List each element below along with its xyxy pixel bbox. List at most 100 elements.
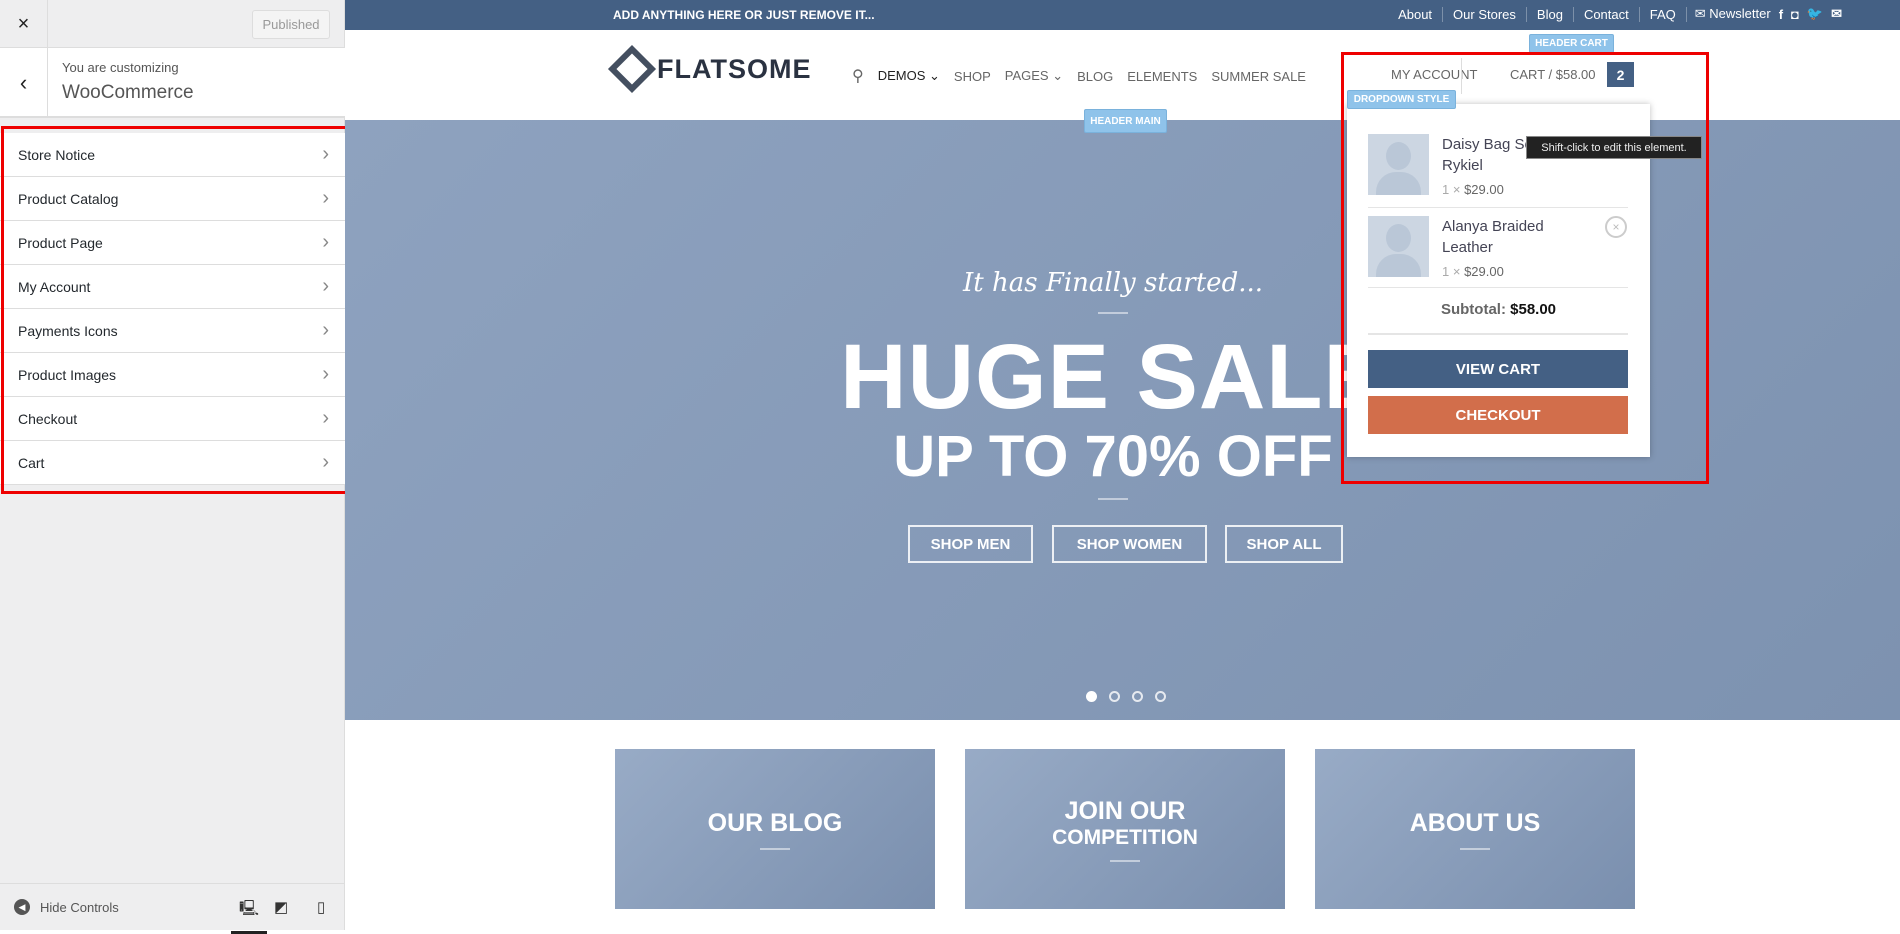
site-logo[interactable]: FLATSOME xyxy=(607,44,812,94)
checkout-button[interactable]: CHECKOUT xyxy=(1368,396,1628,434)
slide-dot[interactable] xyxy=(1086,691,1097,702)
sidebar-item-product-catalog[interactable]: Product Catalog › xyxy=(0,177,345,221)
top-link-faq[interactable]: FAQ xyxy=(1640,6,1687,22)
product-name[interactable]: Alanya Braided Leather xyxy=(1442,216,1562,258)
price: $29.00 xyxy=(1464,182,1504,197)
nav-summer-sale[interactable]: SUMMER SALE xyxy=(1211,69,1306,84)
cart-link[interactable]: CART / $58.00 xyxy=(1510,67,1596,82)
chevron-down-icon: ⌄ xyxy=(1052,68,1064,83)
sidebar-footer: ◀ Hide Controls 🖳 ◩ ▯ xyxy=(0,883,345,934)
divider xyxy=(1368,333,1628,335)
sidebar-item-product-page[interactable]: Product Page › xyxy=(0,221,345,265)
email-icon[interactable]: ✉ xyxy=(1831,6,1842,22)
top-link-contact[interactable]: Contact xyxy=(1574,6,1640,22)
top-bar-links: About Our Stores Blog Contact FAQ ✉ News… xyxy=(1388,6,1842,22)
view-cart-button[interactable]: VIEW CART xyxy=(1368,350,1628,388)
collapse-icon: ◀ xyxy=(14,899,30,915)
chevron-right-icon: › xyxy=(322,187,329,209)
hero-tagline: It has Finally started... xyxy=(962,268,1263,298)
competition-box[interactable]: JOIN OUR COMPETITION xyxy=(965,749,1285,909)
divider xyxy=(1110,859,1140,862)
logo-text: FLATSOME xyxy=(657,53,812,84)
hide-controls-label: Hide Controls xyxy=(40,899,119,915)
chevron-right-icon: › xyxy=(322,275,329,297)
remove-item-icon[interactable]: × xyxy=(1605,216,1627,238)
hero-subheadline: UP TO 70% OFF xyxy=(893,424,1333,489)
chevron-down-icon: ⌄ xyxy=(929,68,940,83)
nav-elements[interactable]: ELEMENTS xyxy=(1127,69,1197,84)
box-title: ABOUT US xyxy=(1409,808,1541,837)
divider xyxy=(1368,287,1628,288)
quantity: 1 × xyxy=(1442,264,1461,279)
newsletter-label: Newsletter xyxy=(1709,6,1771,21)
mobile-icon[interactable]: ▯ xyxy=(317,898,325,916)
dropdown-style-tag[interactable]: DROPDOWN STYLE xyxy=(1347,90,1456,109)
sidebar-item-label: Store Notice xyxy=(18,146,96,163)
main-nav: ⚲ DEMOS ⌄ SHOP PAGES ⌄ BLOG ELEMENTS SUM… xyxy=(852,66,1306,86)
shop-women-button[interactable]: SHOP WOMEN xyxy=(1052,525,1207,563)
our-blog-box[interactable]: OUR BLOG xyxy=(615,749,935,909)
tooltip: Shift-click to edit this element. xyxy=(1526,136,1702,159)
top-link-blog[interactable]: Blog xyxy=(1527,6,1574,22)
customizer-sidebar: × Published ‹ You are customizing WooCom… xyxy=(0,0,345,934)
sidebar-item-payments-icons[interactable]: Payments Icons › xyxy=(0,309,345,353)
nav-label: DEMOS xyxy=(877,68,926,83)
published-button[interactable]: Published xyxy=(252,10,330,39)
search-icon[interactable]: ⚲ xyxy=(852,66,864,86)
header-main-tag[interactable]: HEADER MAIN xyxy=(1084,109,1167,133)
nav-label: PAGES xyxy=(1004,68,1049,83)
chevron-right-icon: › xyxy=(322,231,329,253)
chevron-right-icon: › xyxy=(322,407,329,429)
box-subtitle: COMPETITION xyxy=(1052,825,1198,849)
customizer-menu: Store Notice › Product Catalog › Product P… xyxy=(0,133,345,485)
divider xyxy=(760,847,790,850)
top-link-about[interactable]: About xyxy=(1388,6,1444,22)
tablet-icon[interactable]: ◩ xyxy=(274,898,288,916)
sidebar-item-cart[interactable]: Cart › xyxy=(0,441,345,485)
quantity: 1 × xyxy=(1442,182,1461,197)
divider xyxy=(1461,58,1462,94)
top-bar: ADD ANYTHING HERE OR JUST REMOVE IT... A… xyxy=(345,0,1900,30)
shop-all-button[interactable]: SHOP ALL xyxy=(1225,525,1343,563)
product-thumbnail[interactable] xyxy=(1368,216,1429,277)
sidebar-item-my-account[interactable]: My Account › xyxy=(0,265,345,309)
envelope-icon: ✉ xyxy=(1694,6,1710,21)
sidebar-header: ‹ You are customizing WooCommerce xyxy=(0,48,345,118)
newsletter-link[interactable]: ✉ Newsletter xyxy=(1695,6,1771,22)
close-icon[interactable]: × xyxy=(0,0,48,48)
sidebar-item-product-images[interactable]: Product Images › xyxy=(0,353,345,397)
sidebar-item-store-notice[interactable]: Store Notice › xyxy=(0,133,345,177)
twitter-icon[interactable]: 🐦 xyxy=(1807,6,1823,22)
subtotal: Subtotal: $58.00 xyxy=(1347,301,1650,318)
slide-dot[interactable] xyxy=(1109,691,1120,702)
nav-demos[interactable]: DEMOS ⌄ xyxy=(878,68,940,84)
sidebar-item-checkout[interactable]: Checkout › xyxy=(0,397,345,441)
instagram-icon[interactable]: ◘ xyxy=(1791,7,1799,22)
price: $29.00 xyxy=(1464,264,1504,279)
subtotal-label: Subtotal: xyxy=(1440,301,1506,318)
product-thumbnail[interactable] xyxy=(1368,134,1429,195)
box-title: OUR BLOG xyxy=(707,808,843,837)
cart-count-badge[interactable]: 2 xyxy=(1607,62,1634,87)
shop-men-button[interactable]: SHOP MEN xyxy=(908,525,1033,563)
header-cart-tag[interactable]: HEADER CART xyxy=(1529,34,1614,53)
hide-controls-button[interactable]: ◀ Hide Controls xyxy=(14,899,119,915)
section-title: WooCommerce xyxy=(62,82,194,103)
sidebar-item-label: Product Catalog xyxy=(18,190,119,207)
nav-shop[interactable]: SHOP xyxy=(954,69,991,84)
desktop-icon[interactable]: 🖳 xyxy=(231,898,268,934)
sidebar-item-label: Product Images xyxy=(18,366,117,383)
nav-blog[interactable]: BLOG xyxy=(1077,69,1113,84)
slide-dot[interactable] xyxy=(1155,691,1166,702)
chevron-right-icon: › xyxy=(322,319,329,341)
facebook-icon[interactable]: f xyxy=(1779,7,1783,22)
slide-dot[interactable] xyxy=(1132,691,1143,702)
top-link-our-stores[interactable]: Our Stores xyxy=(1443,6,1527,22)
back-icon[interactable]: ‹ xyxy=(0,48,48,118)
about-us-box[interactable]: ABOUT US xyxy=(1315,749,1635,909)
chevron-right-icon: › xyxy=(322,143,329,165)
my-account-link[interactable]: MY ACCOUNT xyxy=(1391,67,1477,82)
chevron-right-icon: › xyxy=(322,451,329,473)
nav-pages[interactable]: PAGES ⌄ xyxy=(1005,68,1063,84)
logo-mark xyxy=(607,44,657,94)
